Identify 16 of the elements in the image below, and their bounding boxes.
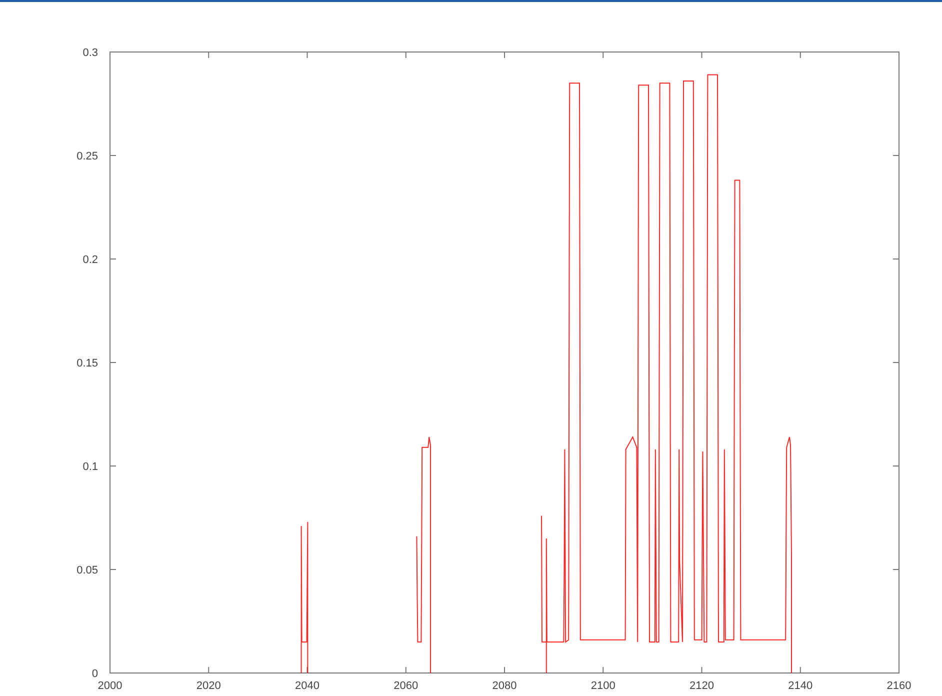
x-tick-label: 2060 — [394, 680, 418, 692]
x-tick-label: 2020 — [196, 680, 221, 692]
y-tick-label: 0.1 — [82, 461, 98, 473]
x-tick-label: 2140 — [788, 680, 813, 692]
y-tick-label: 0.15 — [76, 358, 98, 370]
x-tick-label: 2160 — [886, 680, 912, 692]
y-tick-label: 0.2 — [82, 254, 98, 266]
y-tick-label: 0.05 — [76, 564, 98, 576]
x-tick-label: 2080 — [492, 680, 517, 692]
y-tick-label: 0 — [92, 668, 98, 680]
y-tick-label: 0.3 — [82, 47, 98, 59]
x-tick-label: 2040 — [295, 680, 320, 692]
y-tick-label: 0.25 — [76, 150, 98, 162]
x-tick-label: 2120 — [690, 680, 714, 692]
x-tick-label: 2000 — [98, 680, 122, 692]
x-tick-label: 2100 — [590, 680, 616, 692]
